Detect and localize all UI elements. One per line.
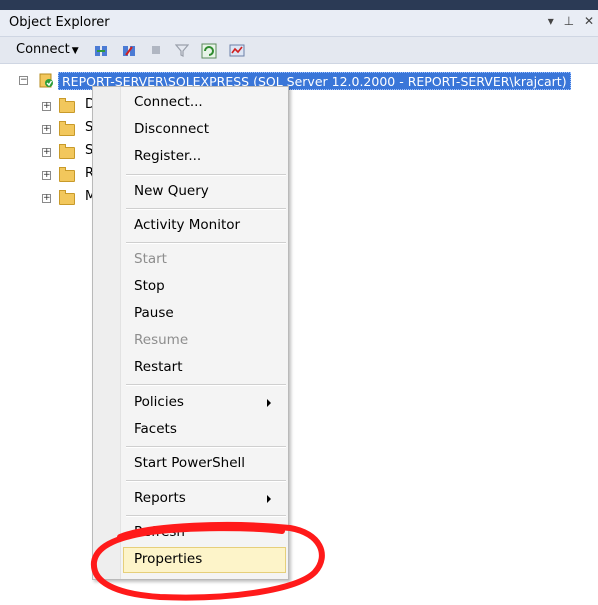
menu-separator	[126, 515, 286, 517]
object-explorer-titlebar: Object Explorer ▾ ⊥ ✕	[0, 10, 598, 37]
window-top-border	[0, 0, 598, 10]
menu-item-disconnect[interactable]: Disconnect	[134, 121, 209, 137]
expand-icon[interactable]: +	[42, 194, 51, 203]
menu-item-refresh[interactable]: Refresh	[134, 524, 185, 540]
menu-item-register[interactable]: Register...	[134, 148, 201, 164]
menu-icon-gutter	[93, 87, 121, 579]
object-explorer-tree: − REPORT-SERVER\SQLEXPRESS (SQL Server 1…	[0, 64, 598, 605]
menu-item-restart[interactable]: Restart	[134, 359, 183, 375]
folder-icon	[59, 167, 75, 182]
menu-item-properties[interactable]: Properties	[134, 551, 202, 567]
object-explorer-toolbar: Connect ▼	[0, 37, 598, 64]
menu-separator	[126, 480, 286, 482]
menu-item-start: Start	[134, 251, 167, 267]
refresh-icon[interactable]	[201, 43, 217, 59]
folder-icon	[59, 121, 75, 136]
dropdown-icon[interactable]: ▾	[548, 14, 554, 28]
server-context-menu: Connect... Disconnect Register... New Qu…	[92, 86, 289, 580]
menu-item-connect[interactable]: Connect...	[134, 94, 203, 110]
menu-item-activity-monitor[interactable]: Activity Monitor	[134, 217, 240, 233]
expand-icon[interactable]: +	[42, 102, 51, 111]
expand-icon[interactable]: +	[42, 171, 51, 180]
menu-separator	[126, 208, 286, 210]
folder-icon	[59, 190, 75, 205]
submenu-arrow-icon	[267, 495, 271, 503]
menu-separator	[126, 384, 286, 386]
filter-icon[interactable]	[174, 43, 190, 57]
collapse-icon[interactable]: −	[19, 76, 28, 85]
chevron-down-icon: ▼	[71, 46, 79, 56]
connect-label: Connect	[16, 42, 70, 57]
menu-separator	[126, 174, 286, 176]
connect-dropdown-button[interactable]: Connect ▼	[16, 42, 79, 57]
stop-icon[interactable]	[149, 43, 163, 57]
expand-icon[interactable]: +	[42, 148, 51, 157]
panel-controls: ▾ ⊥ ✕	[542, 14, 594, 28]
menu-item-facets[interactable]: Facets	[134, 421, 177, 437]
menu-item-reports[interactable]: Reports	[134, 490, 186, 506]
folder-icon	[59, 98, 75, 113]
folder-icon	[59, 144, 75, 159]
menu-item-new-query[interactable]: New Query	[134, 183, 209, 199]
menu-separator	[126, 242, 286, 244]
pin-icon[interactable]: ⊥	[564, 14, 574, 28]
menu-item-pause[interactable]: Pause	[134, 305, 174, 321]
connect-server-icon[interactable]	[93, 43, 107, 57]
disconnect-server-icon[interactable]	[121, 43, 135, 57]
submenu-arrow-icon	[267, 399, 271, 407]
panel-title: Object Explorer	[9, 15, 110, 30]
menu-item-start-powershell[interactable]: Start PowerShell	[134, 455, 245, 471]
menu-item-stop[interactable]: Stop	[134, 278, 165, 294]
server-icon	[39, 73, 53, 88]
menu-separator	[126, 446, 286, 448]
menu-item-resume: Resume	[134, 332, 189, 348]
close-icon[interactable]: ✕	[584, 14, 594, 28]
activity-monitor-icon[interactable]	[229, 43, 245, 57]
menu-item-policies[interactable]: Policies	[134, 394, 184, 410]
expand-icon[interactable]: +	[42, 125, 51, 134]
